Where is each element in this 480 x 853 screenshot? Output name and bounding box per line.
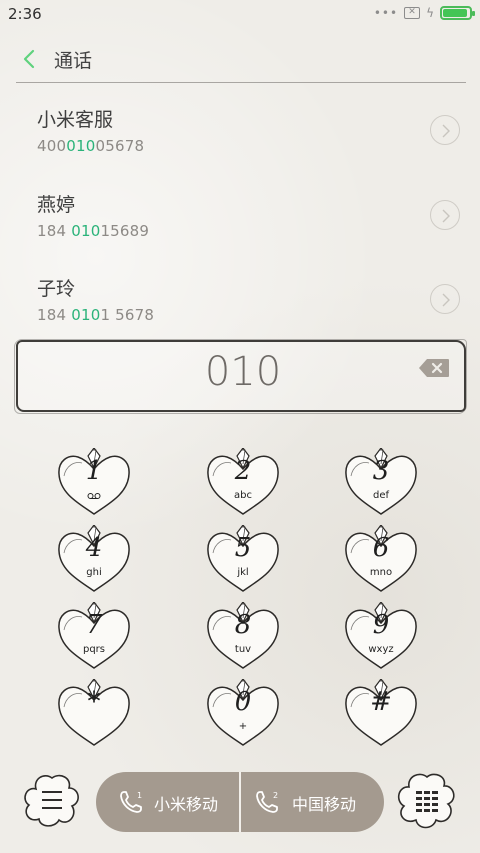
- dial-key[interactable]: 0 +: [203, 679, 283, 749]
- call-sim1-button[interactable]: 1 小米移动: [96, 772, 240, 832]
- phone-sim1-icon: 1: [120, 791, 142, 813]
- grid-dot: [424, 797, 430, 800]
- number-prefix: 184: [37, 306, 72, 324]
- dialpad-toggle-button[interactable]: [396, 770, 458, 832]
- key-digit: 2: [234, 456, 252, 486]
- contact-number: 40001005678: [37, 137, 144, 155]
- key-digit: #: [370, 687, 392, 717]
- grid-dot: [432, 809, 438, 812]
- key-digit: 5: [234, 533, 252, 563]
- key-letters: def: [372, 490, 390, 501]
- battery-fill: [443, 9, 467, 17]
- key-letters: jkl: [237, 567, 249, 578]
- key-digit: 7: [85, 610, 103, 640]
- number-match: 010: [71, 306, 101, 324]
- dial-key[interactable]: 3 def: [341, 448, 421, 518]
- dial-key[interactable]: 5 jkl: [203, 525, 283, 595]
- number-prefix: 400: [37, 137, 67, 155]
- key-letters: +: [238, 721, 248, 732]
- contact-detail-button[interactable]: [430, 200, 460, 230]
- number-match: 010: [66, 137, 96, 155]
- number-suffix: 05678: [95, 137, 145, 155]
- battery-icon: [440, 6, 475, 20]
- contact-item[interactable]: 燕婷 184 01015689: [0, 190, 480, 270]
- dial-key[interactable]: 9 wxyz: [341, 602, 421, 672]
- key-letters: pqrs: [82, 644, 106, 655]
- call-sim2-button[interactable]: 2 中国移动: [240, 772, 384, 832]
- status-time: 2:36: [8, 5, 42, 23]
- backspace-icon[interactable]: [418, 358, 450, 378]
- key-letters: ghi: [86, 567, 102, 578]
- key-letters: mno: [369, 567, 393, 578]
- dial-key[interactable]: 8 tuv: [203, 602, 283, 672]
- sim2-badge: 2: [273, 791, 278, 800]
- grid-dot: [424, 803, 430, 806]
- status-bar: 2:36 ••• ✕ ϟ: [0, 0, 480, 28]
- key-digit: *: [87, 687, 101, 717]
- contact-number: 184 0101 5678: [37, 306, 154, 324]
- grid-dot: [432, 791, 438, 794]
- grid-dot: [416, 809, 422, 812]
- status-icons: ••• ✕ ϟ: [373, 6, 475, 20]
- dial-key[interactable]: 6 mno: [341, 525, 421, 595]
- contact-name: 燕婷: [37, 194, 76, 216]
- call-buttons-bar: 1 小米移动 2 中国移动: [96, 772, 384, 832]
- contact-detail-button[interactable]: [430, 115, 460, 145]
- back-chevron-icon[interactable]: [20, 48, 40, 70]
- key-digit: 0: [234, 687, 252, 717]
- call-sim1-label: 小米移动: [154, 795, 219, 814]
- contact-detail-button[interactable]: [430, 284, 460, 314]
- key-digit: 6: [372, 533, 390, 563]
- grid-dot: [432, 797, 438, 800]
- number-suffix: 1 5678: [100, 306, 155, 324]
- dial-key[interactable]: *: [54, 679, 134, 749]
- dial-key[interactable]: 4 ghi: [54, 525, 134, 595]
- more-dots-icon: •••: [373, 6, 399, 20]
- number-prefix: 184: [37, 222, 72, 240]
- menu-button[interactable]: [22, 770, 82, 830]
- grid-dot: [416, 803, 422, 806]
- key-letters: abc: [234, 490, 252, 501]
- chevron-right-icon: [442, 209, 450, 223]
- no-sim-icon: ✕: [404, 7, 421, 19]
- dial-key[interactable]: 2 abc: [203, 448, 283, 518]
- key-digit: 3: [372, 456, 390, 486]
- grid-dot: [424, 809, 430, 812]
- key-digit: 9: [372, 610, 390, 640]
- grid-dot: [416, 791, 422, 794]
- dial-key[interactable]: 1: [54, 448, 134, 518]
- contact-number: 184 01015689: [37, 222, 149, 240]
- header-divider: [16, 82, 466, 83]
- charging-icon: ϟ: [426, 6, 434, 20]
- key-digit: 8: [234, 610, 252, 640]
- sim1-badge: 1: [137, 791, 142, 800]
- dial-number-display: 010: [14, 339, 467, 414]
- chevron-right-icon: [442, 124, 450, 138]
- dial-key[interactable]: 7 pqrs: [54, 602, 134, 672]
- key-digit: 1: [85, 456, 103, 486]
- contact-name: 子玲: [37, 278, 76, 300]
- grid-dot: [424, 791, 430, 794]
- app-header: 通话: [0, 38, 480, 82]
- key-letters: wxyz: [368, 644, 394, 655]
- number-match: 010: [71, 222, 101, 240]
- phone-sim2-icon: 2: [256, 791, 278, 813]
- key-letters: tuv: [234, 644, 252, 655]
- dial-key[interactable]: #: [341, 679, 421, 749]
- page-title: 通话: [54, 50, 93, 72]
- voicemail-icon: [87, 493, 101, 499]
- dialed-number: 010: [204, 349, 282, 395]
- number-suffix: 15689: [100, 222, 150, 240]
- contact-item[interactable]: 小米客服 40001005678: [0, 105, 480, 185]
- chevron-right-icon: [442, 293, 450, 307]
- contact-name: 小米客服: [37, 109, 114, 131]
- grid-dot: [416, 797, 422, 800]
- grid-dot: [432, 803, 438, 806]
- key-digit: 4: [85, 533, 103, 563]
- call-sim2-label: 中国移动: [292, 795, 357, 814]
